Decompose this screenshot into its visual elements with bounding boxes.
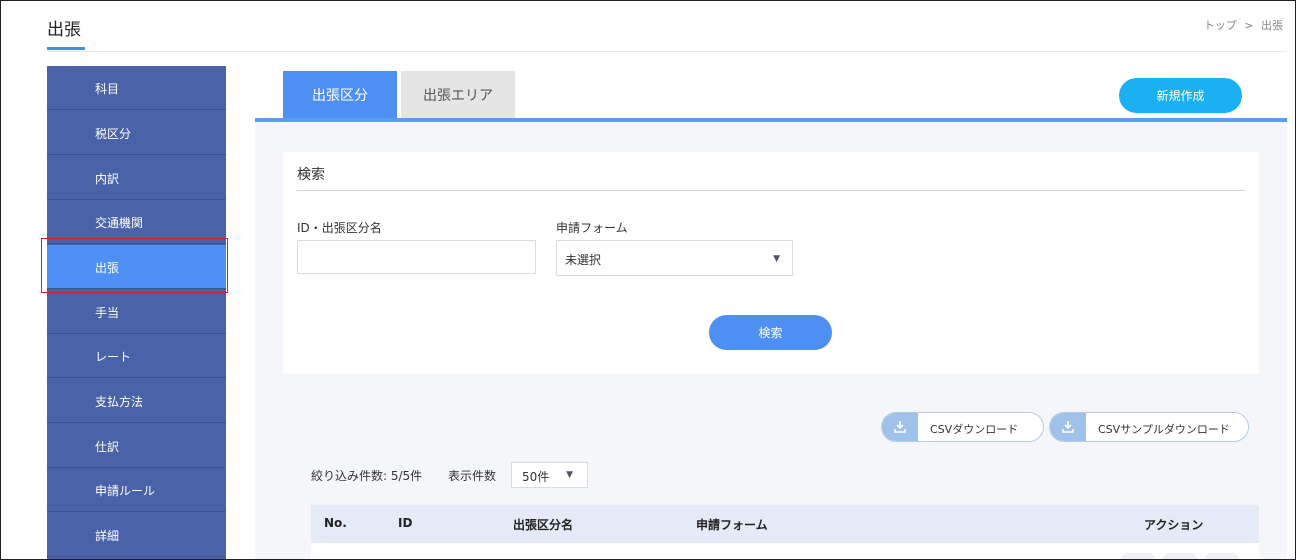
table-header: No. ID 出張区分名 申請フォーム アクション [311, 505, 1259, 543]
search-divider [297, 190, 1245, 191]
sidebar-item-label: 詳細 [95, 529, 120, 543]
application-form-select[interactable]: 未選択 ▼ [556, 240, 793, 276]
breadcrumb-top-link[interactable]: トップ [1204, 19, 1237, 32]
column-header-no: No. [324, 516, 347, 530]
row-action-button[interactable] [1121, 553, 1155, 559]
column-header-action: アクション [1144, 518, 1204, 532]
sidebar-item-label: 申請ルール [95, 484, 156, 498]
sidebar-item-details[interactable]: 詳細 [47, 513, 226, 557]
tab-trip-category[interactable]: 出張区分 [283, 71, 397, 118]
csv-sample-download-button[interactable]: CSVサンプルダウンロード [1049, 412, 1249, 442]
sidebar-item-account[interactable]: 科目 [47, 66, 226, 110]
per-page-select[interactable]: 50件 ▼ [511, 462, 588, 488]
sidebar-item-label: 科目 [95, 82, 120, 96]
column-header-id: ID [398, 516, 413, 530]
per-page-value: 50件 [522, 470, 550, 484]
csv-download-label: CSVダウンロード [930, 423, 1019, 436]
application-form-label: 申請フォーム [556, 221, 628, 235]
breadcrumb: トップ > 出張 [1202, 17, 1285, 33]
sidebar-item-application-rule[interactable]: 申請ルール [47, 468, 226, 512]
download-icon [1050, 413, 1086, 441]
sidebar-item-label: 交通機関 [95, 216, 144, 230]
sidebar-item-label: 手当 [95, 306, 120, 320]
sidebar: 科目 税区分 内訳 交通機関 出張 手当 レート 支払方法 仕訳 申請ルール 詳… [47, 66, 226, 559]
caret-down-icon: ▼ [773, 254, 780, 264]
tab-trip-area[interactable]: 出張エリア [401, 71, 515, 118]
sidebar-item-journal[interactable]: 仕訳 [47, 424, 226, 468]
sidebar-item-payment-method[interactable]: 支払方法 [47, 379, 226, 423]
sidebar-item-allowance[interactable]: 手当 [47, 290, 226, 334]
row-action-button[interactable] [1205, 553, 1239, 559]
row-action-button[interactable] [1163, 553, 1197, 559]
sidebar-item-label: 内訳 [95, 172, 120, 186]
search-button[interactable]: 検索 [709, 315, 832, 350]
sidebar-item-label: 仕訳 [95, 440, 120, 454]
sidebar-item-tax-category[interactable]: 税区分 [47, 111, 226, 155]
filter-count: 絞り込み件数: 5/5件 [311, 469, 423, 483]
download-icon [882, 413, 918, 441]
sidebar-item-label: 税区分 [95, 127, 132, 141]
caret-down-icon: ▼ [566, 470, 573, 480]
highlight-box [41, 238, 228, 293]
application-form-value: 未選択 [565, 253, 602, 267]
sidebar-item-breakdown[interactable]: 内訳 [47, 156, 226, 200]
id-name-label: ID・出張区分名 [297, 221, 382, 235]
csv-sample-download-label: CSVサンプルダウンロード [1098, 423, 1230, 436]
header-divider [47, 51, 1287, 52]
app-window: 出張 トップ > 出張 科目 税区分 内訳 交通機関 出張 手当 レート 支払方… [0, 0, 1296, 560]
sidebar-item-rate[interactable]: レート [47, 334, 226, 378]
sidebar-item-label: レート [95, 350, 132, 364]
column-header-trip-category-name: 出張区分名 [513, 518, 574, 532]
create-new-button[interactable]: 新規作成 [1119, 78, 1242, 113]
breadcrumb-current: 出張 [1261, 19, 1283, 32]
tab-underline [255, 118, 1287, 122]
column-header-application-form: 申請フォーム [696, 518, 768, 532]
page-title: 出張 [47, 20, 81, 40]
id-name-input[interactable] [297, 240, 536, 274]
csv-download-button[interactable]: CSVダウンロード [881, 412, 1044, 442]
table-row [311, 543, 1259, 559]
title-underline [47, 47, 85, 50]
per-page-label: 表示件数 [448, 469, 497, 483]
search-panel-title: 検索 [297, 167, 325, 183]
search-panel: 検索 ID・出張区分名 申請フォーム 未選択 ▼ 検索 [283, 152, 1259, 374]
sidebar-item-label: 支払方法 [95, 395, 144, 409]
breadcrumb-separator: > [1244, 19, 1254, 32]
